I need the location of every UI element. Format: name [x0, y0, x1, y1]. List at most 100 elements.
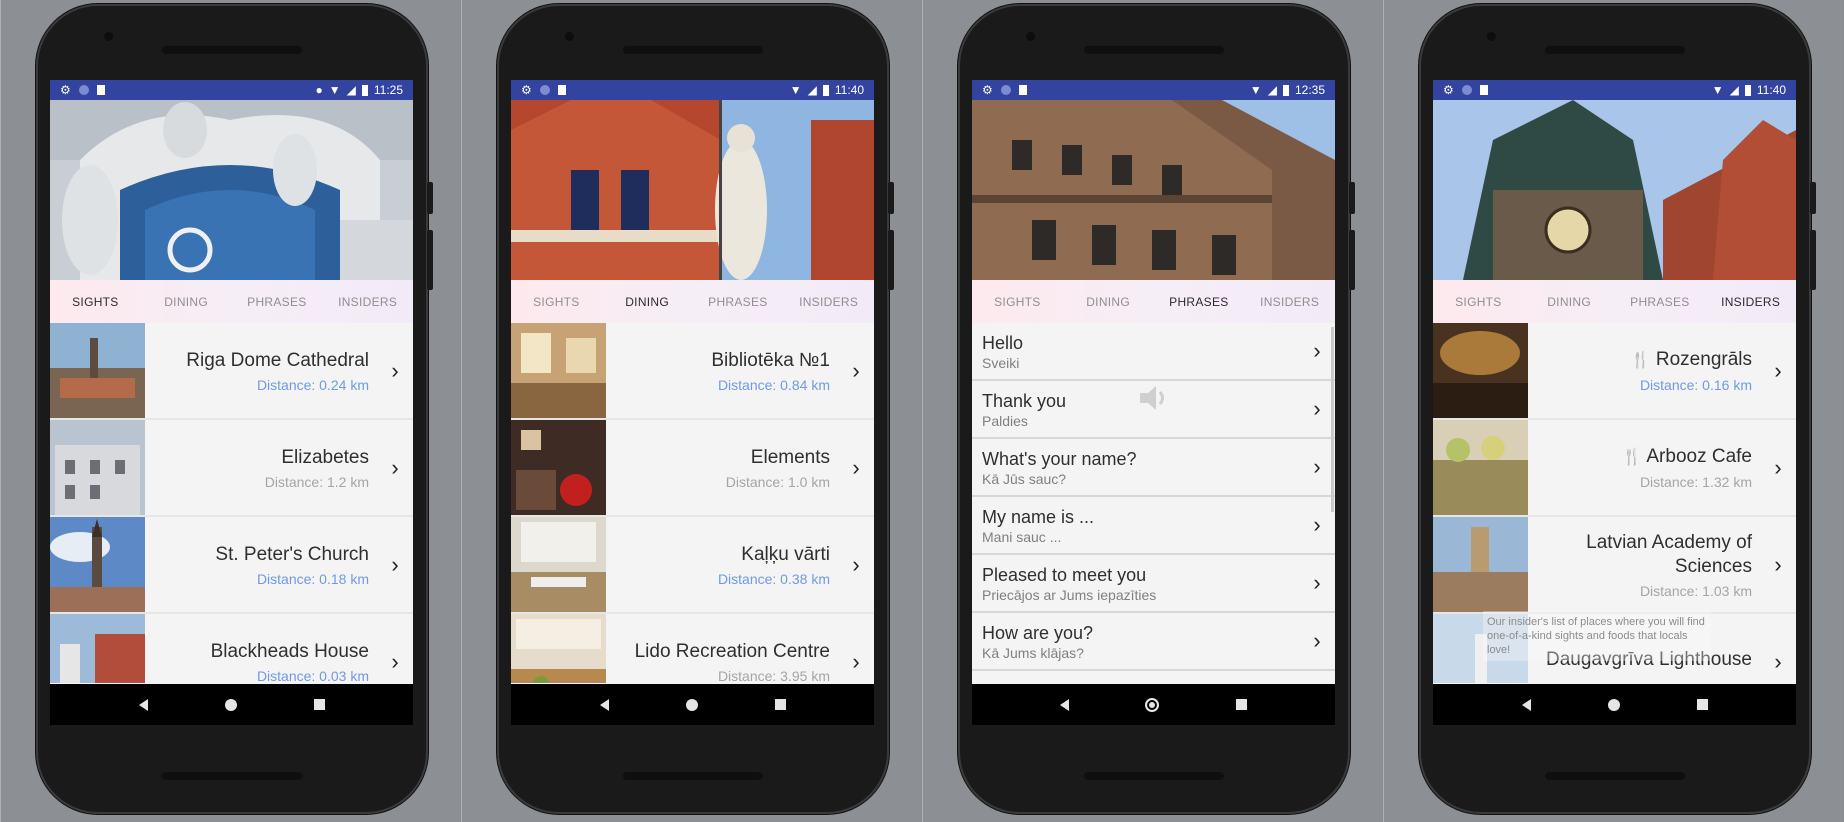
tab-dining[interactable]: DINING	[1524, 280, 1615, 323]
list-item[interactable]: Elements Distance: 1.0 km ›	[511, 420, 874, 517]
tab-dining[interactable]: DINING	[602, 280, 693, 323]
phrase-row[interactable]: My name is ... Mani sauc ... ›	[972, 497, 1335, 555]
item-title: Bibliotēka №1	[711, 349, 830, 371]
sdcard-icon	[96, 85, 105, 95]
hero-image-art-nouveau	[50, 100, 413, 280]
showcase-stage: ⚙ ● ▼ ◢ 11:25 SIGHTS DINING PHRASES INSI…	[0, 0, 1844, 822]
phrase-english: My name is ...	[982, 506, 1095, 527]
thumbnail-image	[50, 420, 145, 515]
circle-icon	[1000, 85, 1011, 95]
item-title: Elements	[750, 446, 830, 468]
signal-icon: ◢	[1267, 83, 1277, 97]
bottom-speaker-grille	[1084, 772, 1224, 780]
tab-insiders[interactable]: INSIDERS	[783, 280, 874, 323]
recents-icon[interactable]	[313, 699, 325, 710]
recents-icon[interactable]	[1696, 699, 1708, 710]
scrollbar[interactable]	[1331, 327, 1334, 512]
battery-icon	[361, 84, 368, 96]
phrase-row[interactable]: What's your name? Kā Jūs sauc? ›	[972, 439, 1335, 497]
phrase-row[interactable]: Pleased to meet you Priecājos ar Jums ie…	[972, 555, 1335, 613]
tab-phrases[interactable]: PHRASES	[1615, 280, 1706, 323]
tab-phrases[interactable]: PHRASES	[693, 280, 784, 323]
tab-insiders[interactable]: INSIDERS	[1244, 280, 1335, 323]
thumbnail-image	[1433, 420, 1528, 515]
home-icon[interactable]	[1145, 697, 1160, 712]
recents-icon[interactable]	[774, 699, 786, 710]
home-icon[interactable]	[1607, 698, 1620, 711]
speaker-icon	[1138, 383, 1172, 418]
fork-knife-icon: 🍴	[1622, 449, 1643, 466]
gear-icon: ⚙	[1443, 83, 1454, 97]
thumbnail-image	[1433, 323, 1528, 418]
list-item[interactable]: St. Peter's Church Distance: 0.18 km ›	[50, 517, 413, 614]
signal-icon: ◢	[1729, 83, 1739, 97]
phone-frame: ⚙ ● ▼ ◢ 11:25 SIGHTS DINING PHRASES INSI…	[36, 4, 433, 814]
chevron-right-icon: ›	[1313, 338, 1321, 363]
back-icon[interactable]	[1060, 698, 1070, 711]
list-item[interactable]: Bibliotēka №1 Distance: 0.84 km ›	[511, 323, 874, 420]
wifi-icon: ▼	[789, 83, 802, 97]
wifi-icon: ▼	[328, 83, 341, 97]
phrase-row[interactable]: How are you? Kā Jums klājas? ›	[972, 613, 1335, 671]
chevron-right-icon: ›	[1313, 454, 1321, 479]
signal-icon: ◢	[807, 83, 817, 97]
list-item[interactable]: 🍴 Rozengrāls Distance: 0.16 km ›	[1433, 323, 1796, 420]
back-icon[interactable]	[599, 698, 609, 711]
tab-sights[interactable]: SIGHTS	[511, 280, 602, 323]
item-title: Latvian Academy of Sciences	[1586, 531, 1752, 577]
category-tabs: SIGHTS DINING PHRASES INSIDERS	[50, 280, 413, 323]
list-item[interactable]: Elizabetes Distance: 1.2 km ›	[50, 420, 413, 517]
list-item[interactable]: Kaļķu vārti Distance: 0.38 km ›	[511, 517, 874, 614]
bottom-speaker-grille	[1545, 772, 1685, 780]
power-button	[1810, 182, 1816, 214]
list-item[interactable]: 🍴 Arbooz Cafe Distance: 1.32 km ›	[1433, 420, 1796, 517]
list-item[interactable]: Blackheads House Distance: 0.03 km ›	[50, 614, 413, 683]
item-title: Arbooz Cafe	[1646, 446, 1752, 467]
system-nav-bar	[50, 684, 413, 725]
tab-sights[interactable]: SIGHTS	[50, 280, 141, 323]
list-item[interactable]: Lido Recreation Centre Distance: 3.95 km…	[511, 614, 874, 683]
device-panel-dining: ⚙ ▼ ◢ 11:40 SIGHTS DINING PHRASES INSIDE…	[461, 0, 921, 822]
tab-sights[interactable]: SIGHTS	[972, 280, 1063, 323]
app-screen: ⚙ ▼ ◢ 11:40 SIGHTS DINING PHRASES INSIDE…	[1433, 80, 1796, 725]
tab-dining[interactable]: DINING	[141, 280, 232, 323]
tab-insiders[interactable]: INSIDERS	[1705, 280, 1796, 323]
sights-list: Riga Dome Cathedral Distance: 0.24 km › …	[50, 323, 413, 683]
tab-insiders[interactable]: INSIDERS	[322, 280, 413, 323]
item-title: Kaļķu vārti	[741, 543, 830, 565]
item-distance: Distance: 1.2 km	[264, 473, 369, 490]
thumbnail-image	[50, 614, 145, 683]
tab-phrases[interactable]: PHRASES	[1154, 280, 1245, 323]
phrase-row[interactable]: Hello Sveiki ›	[972, 323, 1335, 381]
list-item[interactable]: Latvian Academy of Sciences Distance: 1.…	[1433, 517, 1796, 614]
gear-icon: ⚙	[521, 83, 532, 97]
top-speaker-grille	[623, 46, 763, 54]
item-distance: Distance: 0.03 km	[256, 667, 369, 684]
tab-sights[interactable]: SIGHTS	[1433, 280, 1524, 323]
chevron-right-icon: ›	[1774, 454, 1782, 480]
wifi-icon: ▼	[1711, 83, 1724, 97]
status-time: 11:40	[834, 83, 864, 97]
hero-image-clock-tower	[1433, 100, 1796, 280]
device-panel-insiders: ⚙ ▼ ◢ 11:40 SIGHTS DINING PHRASES INSIDE…	[1383, 0, 1843, 822]
item-distance: Distance: 1.0 km	[725, 473, 830, 490]
back-icon[interactable]	[138, 698, 148, 711]
volume-button	[888, 230, 894, 290]
power-button	[1349, 182, 1355, 214]
category-tabs: SIGHTS DINING PHRASES INSIDERS	[1433, 280, 1796, 323]
gear-icon: ⚙	[60, 83, 71, 97]
app-screen: ⚙ ● ▼ ◢ 11:25 SIGHTS DINING PHRASES INSI…	[50, 80, 413, 725]
chevron-right-icon: ›	[391, 357, 399, 383]
item-distance: Distance: 0.38 km	[717, 570, 830, 587]
recents-icon[interactable]	[1235, 699, 1247, 710]
front-camera	[1487, 32, 1496, 41]
battery-icon	[1744, 84, 1751, 96]
back-icon[interactable]	[1521, 698, 1531, 711]
home-icon[interactable]	[224, 698, 237, 711]
bottom-speaker-grille	[623, 772, 763, 780]
tab-phrases[interactable]: PHRASES	[232, 280, 323, 323]
list-item[interactable]: Riga Dome Cathedral Distance: 0.24 km ›	[50, 323, 413, 420]
home-icon[interactable]	[685, 698, 698, 711]
item-distance: Distance: 0.24 km	[256, 376, 369, 393]
tab-dining[interactable]: DINING	[1063, 280, 1154, 323]
